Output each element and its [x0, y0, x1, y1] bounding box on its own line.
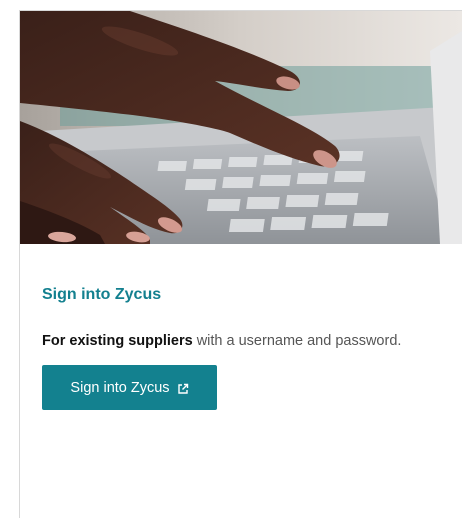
supplier-signin-card: Sign into Zycus For existing suppliers w… [19, 10, 462, 518]
description-rest: with a username and password. [192, 333, 402, 349]
external-link-icon [177, 383, 189, 395]
description-bold: For existing suppliers [42, 333, 193, 349]
sign-in-button[interactable]: Sign into Zycus [42, 365, 217, 410]
hands-typing-illustration [20, 11, 462, 244]
hero-image [20, 11, 462, 244]
card-title: Sign into Zycus [42, 286, 162, 303]
sign-in-button-label: Sign into Zycus [70, 379, 170, 396]
card-description: For existing suppliers with a username a… [42, 333, 401, 349]
